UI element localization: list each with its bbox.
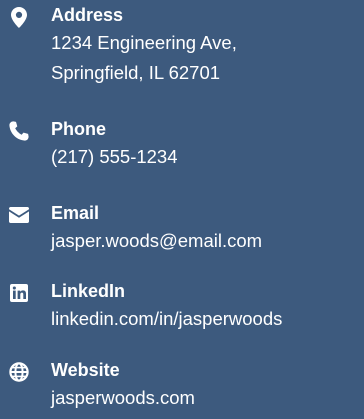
website-label: Website xyxy=(51,360,120,380)
email-label: Email xyxy=(51,203,100,223)
globe-icon xyxy=(9,362,29,382)
phone-link[interactable]: (217) 555-1234 xyxy=(51,142,178,172)
map-pin-icon xyxy=(9,6,29,28)
phone-label: Phone xyxy=(51,119,107,139)
website-link[interactable]: jasperwoods.com xyxy=(51,383,195,413)
address-line-1: 1234 Engineering Ave, xyxy=(51,32,237,53)
phone-icon xyxy=(9,121,29,141)
email-link[interactable]: jasper.woods@email.com xyxy=(51,226,262,256)
linkedin-link[interactable]: linkedin.com/in/jasperwoods xyxy=(51,304,282,334)
linkedin-label: LinkedIn xyxy=(51,281,126,301)
envelope-icon xyxy=(9,205,29,225)
address-value: 1234 Engineering Ave, Springfield, IL 62… xyxy=(51,28,237,88)
contact-info-list: Address 1234 Engineering Ave, Springfiel… xyxy=(0,0,364,419)
linkedin-icon xyxy=(9,283,29,303)
address-line-2: Springfield, IL 62701 xyxy=(51,62,221,83)
address-label: Address xyxy=(51,5,124,25)
